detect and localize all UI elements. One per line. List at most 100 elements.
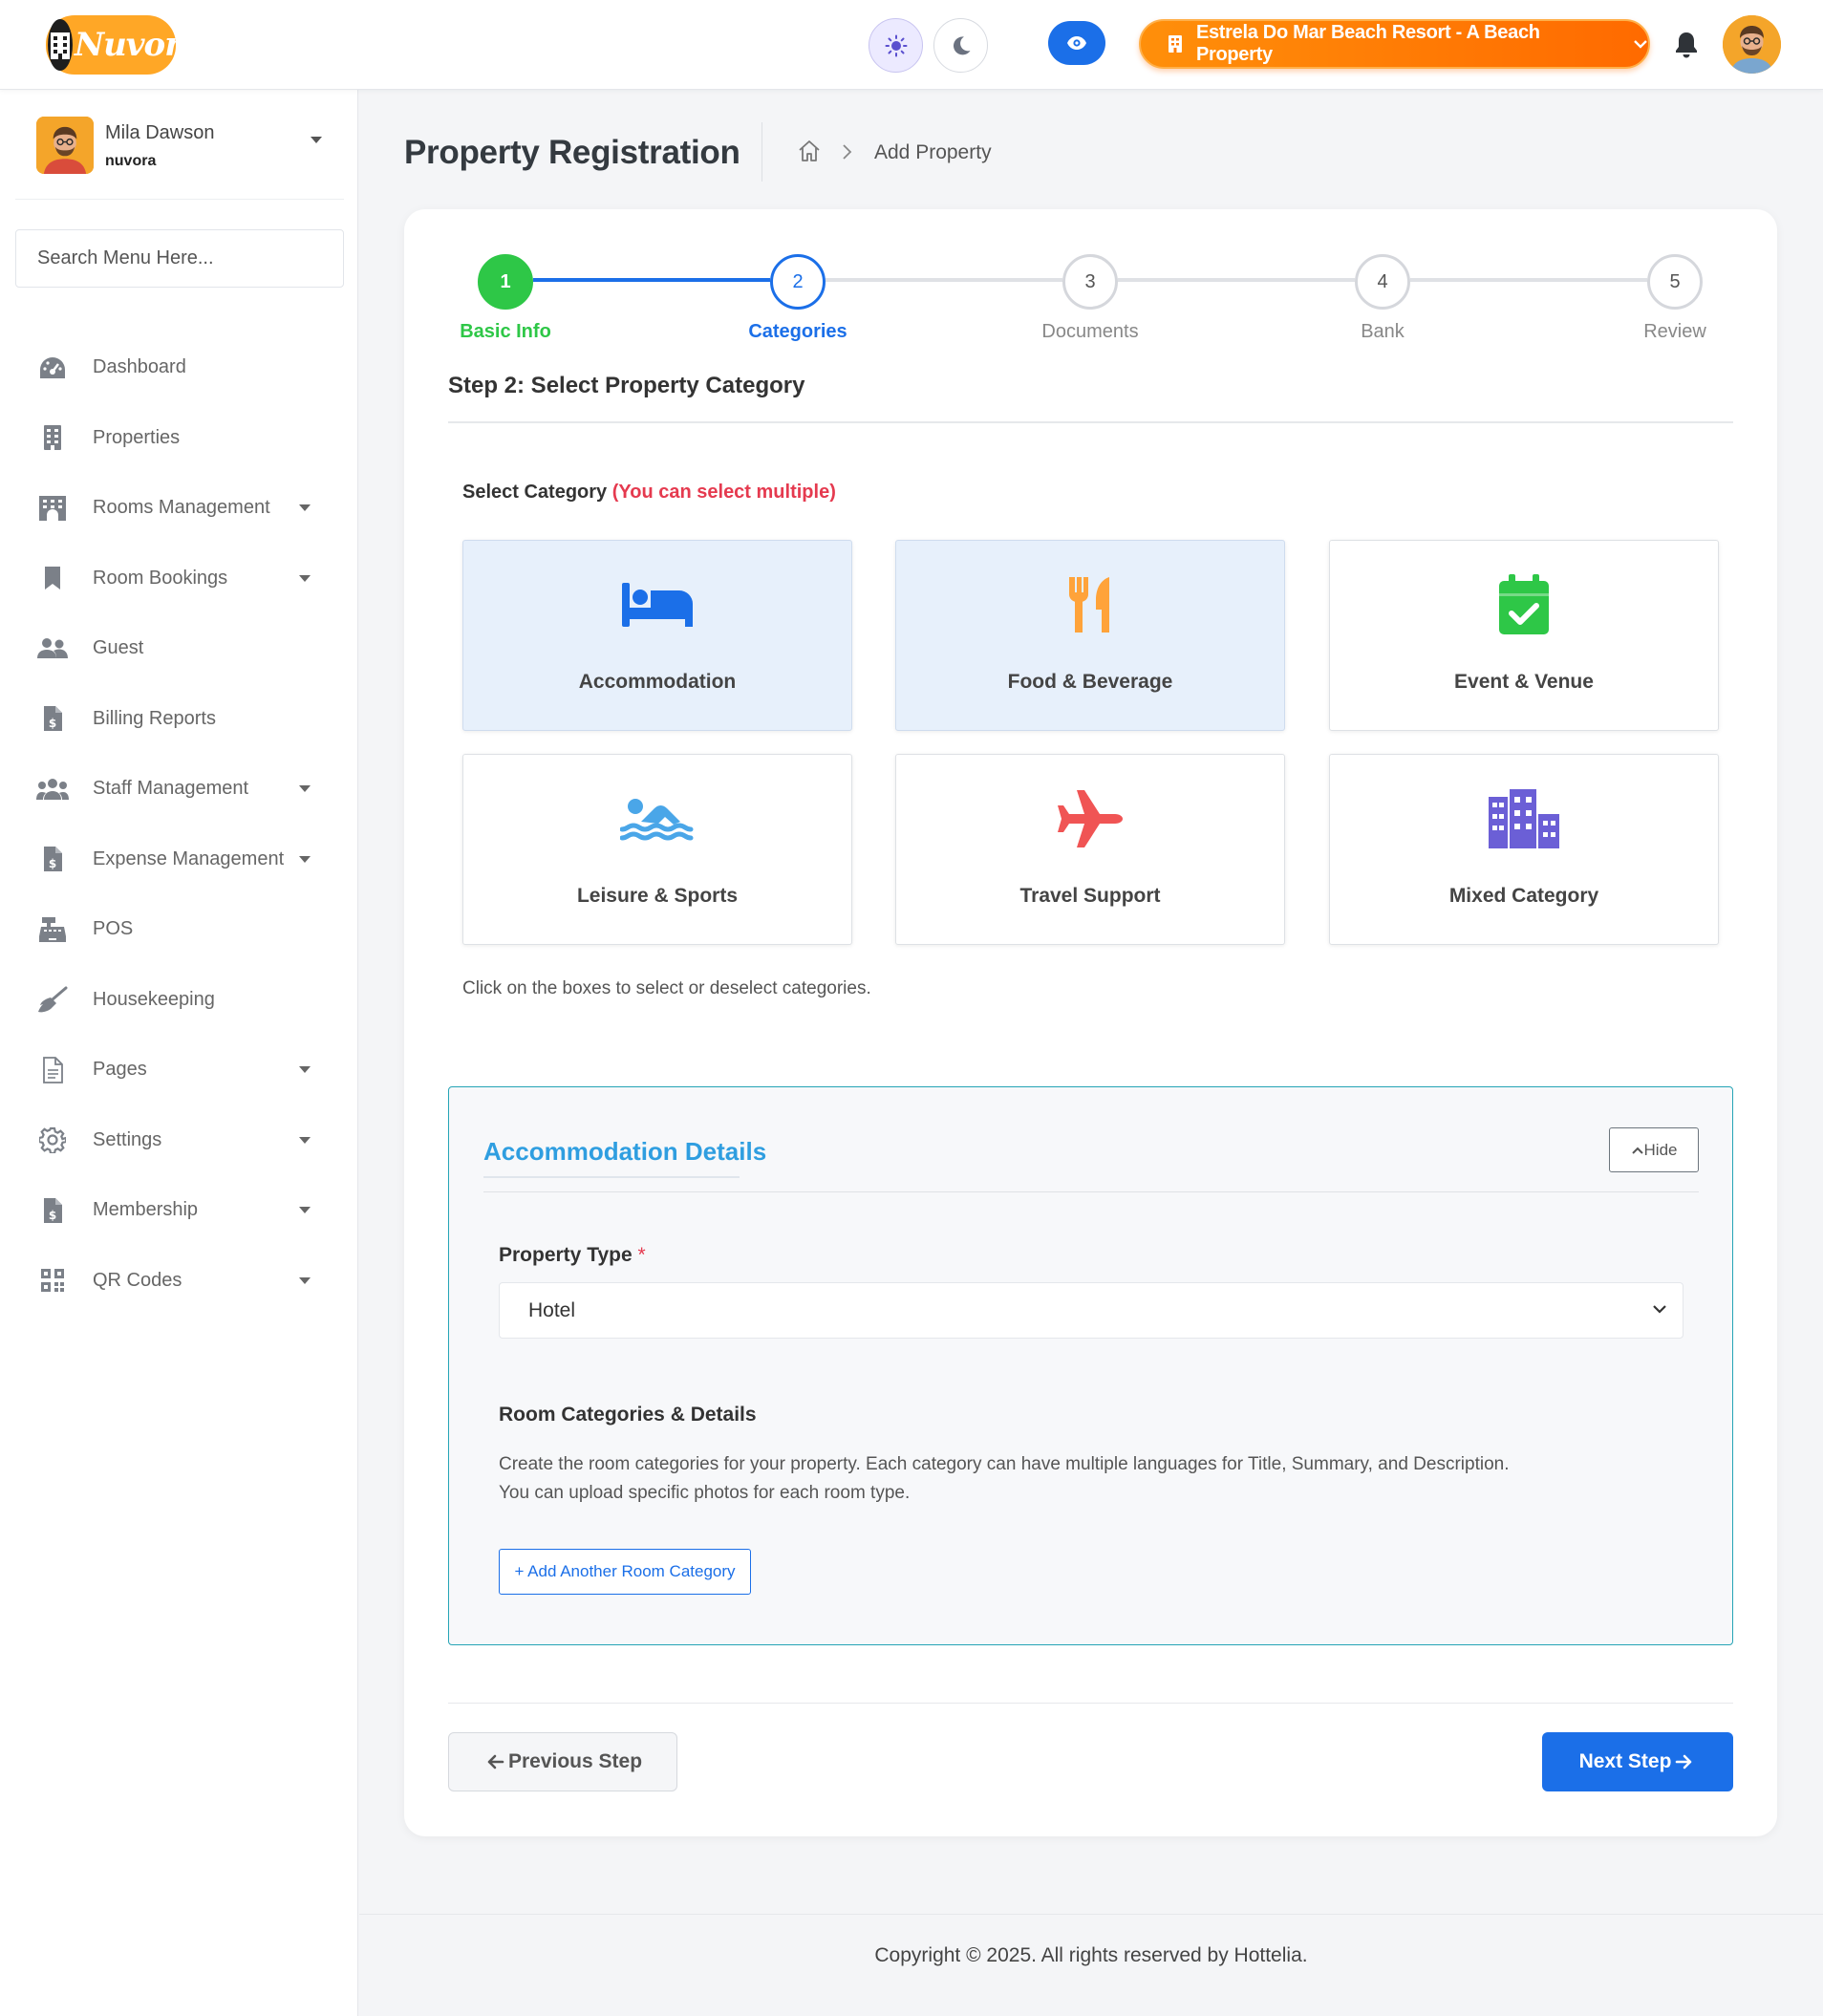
- view-property-button[interactable]: [1048, 21, 1105, 65]
- chevron-down-icon: [1634, 40, 1647, 49]
- sun-icon: [885, 34, 907, 56]
- home-icon[interactable]: [797, 139, 822, 163]
- category-travel-support[interactable]: Travel Support: [895, 754, 1285, 945]
- caret-down-icon: [299, 1276, 311, 1284]
- category-label: Food & Beverage: [1007, 671, 1173, 693]
- sidebar-item-label: Settings: [93, 1128, 162, 1150]
- step-2-label: Categories: [748, 321, 847, 342]
- property-type-value: Hotel: [528, 1298, 576, 1321]
- sidebar-item-label: Rooms Management: [93, 497, 270, 519]
- sidebar-item-room-bookings[interactable]: Room Bookings: [36, 544, 323, 614]
- title-underline: [483, 1176, 740, 1178]
- sidebar-item-label: Properties: [93, 426, 181, 448]
- category-label: Travel Support: [1019, 885, 1161, 907]
- invoice-icon: $: [36, 702, 69, 735]
- hide-button[interactable]: Hide: [1609, 1127, 1699, 1172]
- stepper-line-3: [1118, 278, 1355, 282]
- stepper-line-1: [533, 278, 770, 282]
- sidebar-item-rooms-management[interactable]: Rooms Management: [36, 473, 323, 544]
- team-icon: [36, 773, 69, 805]
- city-icon: [1330, 787, 1718, 850]
- sidebar-item-qr-codes[interactable]: QR Codes: [36, 1246, 323, 1317]
- sidebar-item-staff-management[interactable]: Staff Management: [36, 754, 323, 825]
- caret-down-icon: [299, 504, 311, 511]
- top-header: Nuvora Estrela Do Mar Beach Resort - A B…: [0, 0, 1823, 90]
- page-title: Property Registration: [404, 134, 740, 171]
- building-icon: [36, 421, 69, 454]
- room-categories-desc-line-2: You can upload specific photos for each …: [499, 1483, 911, 1503]
- invoice-icon: $: [36, 843, 69, 875]
- sidebar-item-properties[interactable]: Properties: [36, 403, 323, 474]
- room-categories-title: Room Categories & Details: [499, 1404, 757, 1426]
- avatar-image: [36, 117, 94, 174]
- brand-logo[interactable]: Nuvora: [46, 15, 202, 75]
- bed-icon: [463, 573, 851, 636]
- user-avatar[interactable]: [1723, 15, 1781, 74]
- sidebar-item-membership[interactable]: $ Membership: [36, 1175, 323, 1246]
- cash-register-icon: [36, 913, 69, 946]
- category-label: Event & Venue: [1454, 671, 1594, 693]
- step-2-indicator[interactable]: 2: [770, 254, 826, 310]
- sidebar-item-guest[interactable]: Guest: [36, 613, 323, 684]
- category-accommodation[interactable]: Accommodation: [462, 540, 852, 731]
- select-category-text: Select Category: [462, 482, 608, 503]
- page-footer-divider: [359, 1914, 1823, 1915]
- sidebar-item-label: Expense Management: [93, 847, 285, 869]
- caret-down-icon[interactable]: [310, 136, 323, 144]
- sidebar-item-settings[interactable]: Settings: [36, 1105, 323, 1176]
- plane-icon: [896, 787, 1284, 850]
- chevron-up-icon: [1631, 1147, 1643, 1154]
- category-label: Mixed Category: [1448, 885, 1599, 907]
- accommodation-details-panel: Accommodation Details Hide Property Type…: [448, 1086, 1733, 1645]
- sidebar-item-pos[interactable]: POS: [36, 894, 323, 965]
- property-selector-label: Estrela Do Mar Beach Resort - A Beach Pr…: [1195, 22, 1540, 65]
- step-4-label: Bank: [1361, 321, 1405, 342]
- sidebar-item-label: Pages: [93, 1059, 147, 1081]
- sidebar-item-billing-reports[interactable]: $ Billing Reports: [36, 684, 323, 755]
- sidebar-item-dashboard[interactable]: Dashboard: [36, 332, 323, 403]
- bookmark-icon: [36, 562, 69, 594]
- moon-icon: [953, 35, 970, 54]
- property-selector[interactable]: Estrela Do Mar Beach Resort - A Beach Pr…: [1139, 19, 1650, 69]
- sidebar-item-housekeeping[interactable]: Housekeeping: [36, 965, 323, 1036]
- notification-button[interactable]: [1673, 31, 1700, 64]
- caret-down-icon: [299, 1136, 311, 1144]
- utensils-icon: [896, 573, 1284, 636]
- sidebar-item-label: Housekeeping: [93, 988, 215, 1010]
- caret-down-icon: [299, 1207, 311, 1213]
- category-event-venue[interactable]: Event & Venue: [1329, 540, 1719, 731]
- calendar-check-icon: [1330, 573, 1718, 636]
- building-logo-icon: [48, 19, 73, 71]
- category-mixed[interactable]: Mixed Category: [1329, 754, 1719, 945]
- select-category-hint: (You can select multiple): [611, 482, 836, 503]
- step-1-indicator[interactable]: 1: [478, 254, 533, 310]
- avatar: [36, 117, 94, 174]
- sidebar-user[interactable]: Mila Dawson nuvora: [36, 117, 342, 176]
- category-help-text: Click on the boxes to select or deselect…: [462, 978, 871, 998]
- previous-step-button[interactable]: Previous Step: [448, 1732, 677, 1791]
- category-label: Accommodation: [578, 671, 737, 693]
- menu-search-input[interactable]: Search Menu Here...: [15, 229, 344, 288]
- stepper-line-2: [826, 278, 1062, 282]
- light-mode-button[interactable]: [869, 18, 923, 73]
- user-organization: nuvora: [105, 153, 157, 169]
- dark-mode-button[interactable]: [933, 18, 988, 73]
- sidebar-menu: Dashboard Properties Rooms Management Room …: [36, 332, 323, 1316]
- step-4-indicator[interactable]: 4: [1355, 254, 1410, 310]
- step-3-label: Documents: [1041, 321, 1139, 342]
- sidebar-item-pages[interactable]: Pages: [36, 1035, 323, 1105]
- next-step-button[interactable]: Next Step: [1542, 1732, 1733, 1791]
- category-label: Leisure & Sports: [576, 885, 739, 907]
- arrow-left-icon: [487, 1754, 504, 1769]
- gear-icon: [36, 1124, 69, 1156]
- select-category-label: Select Category (You can select multiple…: [462, 482, 836, 504]
- add-room-category-button[interactable]: + Add Another Room Category: [499, 1549, 751, 1595]
- swimmer-icon: [463, 787, 851, 850]
- sidebar-item-expense-management[interactable]: $ Expense Management: [36, 825, 323, 895]
- step-3-indicator[interactable]: 3: [1062, 254, 1118, 310]
- category-leisure-sports[interactable]: Leisure & Sports: [462, 754, 852, 945]
- step-5-indicator[interactable]: 5: [1647, 254, 1703, 310]
- sidebar-item-label: QR Codes: [93, 1269, 182, 1291]
- category-food-beverage[interactable]: Food & Beverage: [895, 540, 1285, 731]
- property-type-select[interactable]: Hotel: [499, 1282, 1684, 1339]
